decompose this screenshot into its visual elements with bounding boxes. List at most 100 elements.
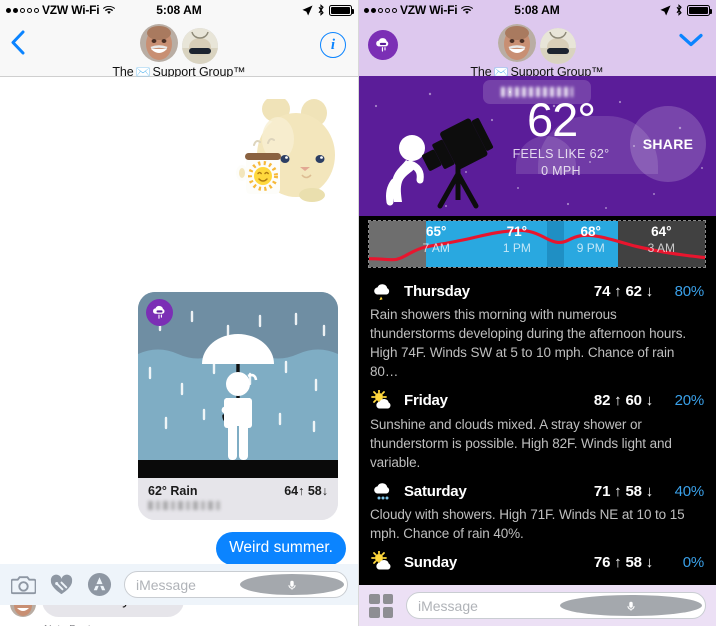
daily-forecast-list[interactable]: Thursday 74 ↑ 62 ↓ 80% Rain showers this mo… [358,272,716,578]
signal-dots-icon [6,7,39,13]
forecast-high-low: 74 ↑ 62 ↓ [593,282,653,300]
forecast-row-header: Friday 82 ↑ 60 ↓ 20% [370,389,704,412]
location-arrow-icon [302,4,313,16]
message-thread[interactable]: 62° Rain 64↑ 58↓ Weird summer. iMessage [0,77,358,626]
hourly-temperature: 68° [580,224,601,239]
forecast-row[interactable]: Sunday 76 ↑ 58 ↓ 0% Intervals of clouds and… [370,543,704,578]
status-bar: VZW Wi-Fi 5:08 AM [358,0,716,20]
weather-message-bubble[interactable]: 62° Rain 64↑ 58↓ [138,292,338,520]
chevron-down-icon [679,33,703,47]
status-bar-left: VZW Wi-Fi [6,3,116,17]
hourly-temperature: 65° [425,224,447,239]
info-circle-icon: i [320,32,346,58]
forecast-row-header: Sunday 76 ↑ 58 ↓ 0% [370,551,704,573]
forecast-row[interactable]: Friday 82 ↑ 60 ↓ 20% Sunshine and clouds mi… [370,382,704,472]
hourly-temperature: 71° [506,224,528,239]
hourly-time: 1 PM [502,240,531,255]
location-arrow-icon [660,4,671,16]
weather-app-screen: VZW Wi-Fi 5:08 AM The ✉️ Support Group™ … [358,0,716,626]
forecast-high-low: 82 ↑ 60 ↓ [593,392,653,410]
forecast-row-header: Thursday 74 ↑ 62 ↓ 80% [370,280,704,302]
app-store-icon[interactable] [86,572,112,598]
group-header[interactable]: The ✉️ Support Group™ [470,20,604,79]
current-weather-hero: SHARE 62° FEELS LIKE 62° 0 MPH [358,76,716,216]
message-bubble-outgoing[interactable]: Weird summer. [216,532,351,565]
bunny-with-mug-sticker[interactable] [228,96,336,203]
location-pill[interactable] [483,80,591,104]
app-grid-icon[interactable] [368,593,394,619]
forecast-day-label: Sunday [404,553,457,571]
message-input[interactable]: iMessage [124,571,348,598]
weather-location-blurred [148,501,220,510]
message-row-outgoing[interactable]: Weird summer. [216,532,351,565]
illustration-footer-band [138,460,338,478]
weather-condition: 62° Rain [148,484,198,498]
weather-range: 64↑ 58↓ [284,484,328,498]
current-conditions: 62° FEELS LIKE 62° 0 MPH [506,93,616,178]
bluetooth-icon [318,4,324,16]
bluetooth-icon [676,4,682,16]
wind-speed-label: 0 MPH [541,163,581,178]
forecast-row-header: Saturday 71 ↑ 58 ↓ 40% [370,480,704,502]
camera-icon[interactable] [10,572,36,598]
forecast-description: Rain showers this morning with numerous … [370,307,687,380]
avatar [181,28,218,64]
imessage-conversation-screen: VZW Wi-Fi 5:08 AM The ✉️ Support Group™ … [0,0,358,626]
weather-app-nav-bar: The ✉️ Support Group™ [358,20,716,79]
forecast-description: Sunshine and clouds mixed. A stray showe… [370,416,672,470]
forecast-day-label: Thursday [404,282,470,300]
forecast-precip-chance: 0% [682,553,704,571]
forecast-row[interactable]: Thursday 74 ↑ 62 ↓ 80% Rain showers this mo… [370,272,704,382]
group-header[interactable]: The ✉️ Support Group™ [112,20,246,79]
message-text: Weird summer. [229,539,333,556]
group-avatars [139,24,218,64]
hourly-forecast-chart[interactable]: 65° 7 AM 71° 1 PM 68° 9 PM 64° 3 AM [358,216,716,272]
avatar [539,28,576,64]
current-temperature: 62° [526,93,596,146]
imessage-input-bar: iMessage [0,564,358,605]
forecast-precip-chance: 80% [674,282,705,300]
message-input-placeholder: iMessage [136,576,196,593]
heart-digital-touch-icon[interactable] [48,572,74,598]
forecast-high-low: 76 ↑ 58 ↓ [593,553,653,571]
microphone-icon[interactable] [560,595,702,616]
forecast-high-low: 71 ↑ 58 ↓ [593,482,653,500]
hourly-tick: 65° 7 AM [423,225,450,254]
carrier-label: VZW Wi-Fi [42,3,100,17]
hourly-temperature: 64° [651,224,672,239]
weather-illustration [138,292,338,460]
forecast-precip-chance: 40% [674,482,705,500]
message-input-placeholder: iMessage [418,597,478,614]
hourly-tick: 68° 9 PM [577,225,605,254]
info-button[interactable]: i [320,32,346,58]
forecast-description: Intervals of clouds and sunshine. High 7… [370,576,704,578]
feels-like-label: FEELS LIKE 62° [512,146,610,161]
avatar [139,24,178,62]
rain-cloud-icon [370,280,396,302]
rain-cloud-app-icon [368,30,398,60]
weather-bubble-footer: 62° Rain 64↑ 58↓ [138,478,338,520]
forecast-day-label: Saturday [404,482,467,500]
hourly-tick: 64° 3 AM [648,225,675,254]
location-label-blurred [501,87,573,97]
collapse-button[interactable] [678,32,704,53]
forecast-row[interactable]: Saturday 71 ↑ 58 ↓ 40% Cloudy with showers.… [370,472,704,543]
battery-icon [329,4,354,16]
signal-dots-icon [364,7,397,13]
dual-screenshot: VZW Wi-Fi 5:08 AM The ✉️ Support Group™ … [0,0,716,626]
conversation-nav-bar: The ✉️ Support Group™ i [0,20,358,79]
wifi-icon [461,5,474,14]
message-input[interactable]: iMessage [406,592,706,619]
rain-cloud-badge-icon [146,299,173,326]
back-button[interactable] [10,30,25,60]
status-bar-left: VZW Wi-Fi [364,3,474,17]
share-button[interactable]: SHARE [630,106,706,182]
microphone-icon[interactable] [240,574,344,595]
chevron-left-icon [11,30,25,55]
status-bar: VZW Wi-Fi 5:08 AM [0,0,358,20]
weather-app-button[interactable] [368,30,398,60]
hourly-time: 7 AM [422,240,450,255]
showers-cloud-icon [370,480,396,502]
sun-behind-cloud-icon [370,551,396,573]
hourly-tick-labels: 65° 7 AM 71° 1 PM 68° 9 PM 64° 3 AM [369,221,705,267]
